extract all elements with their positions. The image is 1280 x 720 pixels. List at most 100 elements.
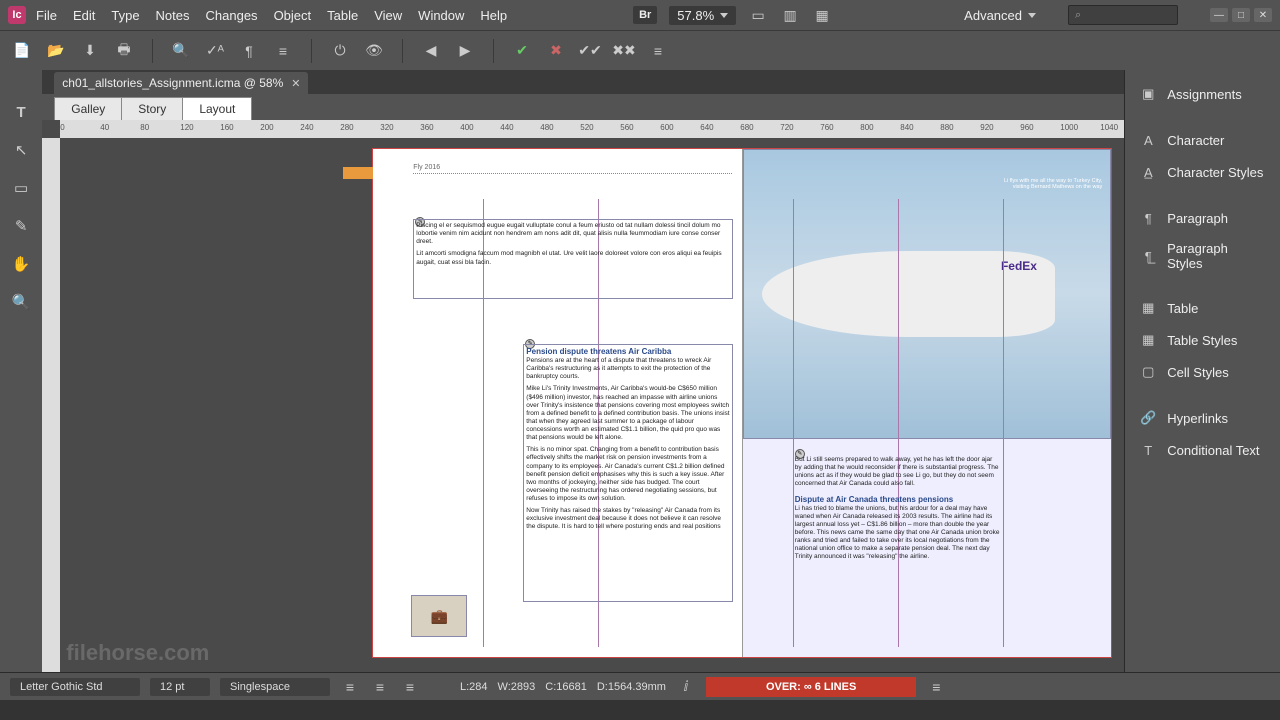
paragraph-icon: ¶ xyxy=(1139,209,1157,227)
panel-para-styles[interactable]: ¶̲Paragraph Styles xyxy=(1125,234,1280,278)
panel-character[interactable]: ACharacter xyxy=(1125,124,1280,156)
menu-table[interactable]: Table xyxy=(327,8,358,23)
accept-all-icon[interactable]: ✔✔ xyxy=(580,41,600,61)
preview-icon[interactable]: 👁 xyxy=(364,41,384,61)
toolbar: 📄 📂 ⬇ 🖶 🔍 ✓ᴬ ¶ ≡ ⏻ 👁 ◀ ▶ ✔ ✖ ✔✔ ✖✖ ≡ xyxy=(0,30,1280,70)
tab-story[interactable]: Story xyxy=(121,97,183,120)
main-menu: File Edit Type Notes Changes Object Tabl… xyxy=(36,8,507,23)
hero-image-frame[interactable]: FedEx Li flys with me all the way to Tur… xyxy=(743,149,1112,439)
note-tool-icon[interactable]: ▭ xyxy=(9,176,33,200)
zoom-tool-icon[interactable]: 🔍 xyxy=(9,290,33,314)
hand-tool-icon[interactable]: ✋ xyxy=(9,252,33,276)
eyedropper-tool-icon[interactable]: ✎ xyxy=(9,214,33,238)
intro-p1: Piscing el er sequismod eugue eugait vul… xyxy=(416,222,730,246)
panel-char-styles[interactable]: A̲Character Styles xyxy=(1125,156,1280,188)
menu-file[interactable]: File xyxy=(36,8,57,23)
open-icon[interactable]: 📂 xyxy=(46,41,66,61)
fedex-logo: FedEx xyxy=(1001,259,1037,273)
screen-mode-icon[interactable]: ▭ xyxy=(748,5,768,25)
close-tab-icon[interactable]: ✕ xyxy=(291,77,300,90)
menu-icon[interactable]: ≡ xyxy=(273,41,293,61)
power-icon[interactable]: ⏻ xyxy=(330,41,350,61)
zoom-dropdown[interactable]: 57.8% xyxy=(669,6,736,25)
status-bar: Letter Gothic Std 12 pt Singlespace ≡ ≡ … xyxy=(0,672,1280,700)
tab-layout[interactable]: Layout xyxy=(182,97,252,120)
reject-all-icon[interactable]: ✖✖ xyxy=(614,41,634,61)
panel-conditional[interactable]: TConditional Text xyxy=(1125,434,1280,466)
status-menu-icon[interactable]: ≡ xyxy=(926,677,946,697)
align-right-icon[interactable]: ≡ xyxy=(400,677,420,697)
assignments-icon: ▣ xyxy=(1139,85,1157,103)
page-spread: Fly 2016 ✎ Piscing el er sequismod eugue… xyxy=(372,148,1112,658)
menu-help[interactable]: Help xyxy=(480,8,507,23)
next-change-icon[interactable]: ▶ xyxy=(455,41,475,61)
close-button[interactable]: ✕ xyxy=(1254,8,1272,22)
size-field[interactable]: 12 pt xyxy=(150,678,210,696)
font-field[interactable]: Letter Gothic Std xyxy=(10,678,140,696)
panel-assignments[interactable]: ▣Assignments xyxy=(1125,78,1280,110)
find-icon[interactable]: 🔍 xyxy=(171,41,191,61)
intro-text-frame[interactable]: Piscing el er sequismod eugue eugait vul… xyxy=(413,219,733,299)
align-center-icon[interactable]: ≡ xyxy=(370,677,390,697)
story-headline: Pension dispute threatens Air Caribba xyxy=(526,347,730,357)
type-tool-icon[interactable]: T xyxy=(9,100,33,124)
depth-stat: D:1564.39mm xyxy=(597,681,666,693)
position-tool-icon[interactable]: ↖ xyxy=(9,138,33,162)
menu-object[interactable]: Object xyxy=(274,8,312,23)
accept-icon[interactable]: ✔ xyxy=(512,41,532,61)
search-input[interactable]: ⌕ xyxy=(1068,5,1178,25)
menu-view[interactable]: View xyxy=(374,8,402,23)
arrange-icon[interactable]: ▥ xyxy=(780,5,800,25)
document-tab-title: ch01_allstories_Assignment.icma @ 58% xyxy=(62,76,283,90)
copyfit-icon[interactable]: ⅈ xyxy=(676,677,696,697)
workspace-switcher[interactable]: Advanced xyxy=(964,8,1036,23)
new-icon[interactable]: 📄 xyxy=(12,41,32,61)
toolbar-menu-icon[interactable]: ≡ xyxy=(648,41,668,61)
image-caption: Li flys with me all the way to Turkey Ci… xyxy=(1002,178,1102,190)
leading-field[interactable]: Singlespace xyxy=(220,678,330,696)
continued-story-frame[interactable]: But Li still seems prepared to walk away… xyxy=(793,454,1003,604)
save-icon[interactable]: ⬇ xyxy=(80,41,100,61)
tools-panel: T ↖ ▭ ✎ ✋ 🔍 xyxy=(0,70,42,672)
bridge-button[interactable]: Br xyxy=(633,6,657,24)
align-left-icon[interactable]: ≡ xyxy=(340,677,360,697)
tab-galley[interactable]: Galley xyxy=(54,97,122,120)
minimize-button[interactable]: — xyxy=(1210,8,1228,22)
hidden-chars-icon[interactable]: ¶ xyxy=(239,41,259,61)
panel-paragraph[interactable]: ¶Paragraph xyxy=(1125,202,1280,234)
reject-icon[interactable]: ✖ xyxy=(546,41,566,61)
character-icon: A xyxy=(1139,131,1157,149)
search-icon: ⌕ xyxy=(1075,9,1081,22)
vertical-ruler xyxy=(42,138,60,672)
story-p3: This is no minor spat. Changing from a b… xyxy=(526,446,730,503)
menu-edit[interactable]: Edit xyxy=(73,8,95,23)
hyperlinks-icon: 🔗 xyxy=(1139,409,1157,427)
spellcheck-icon[interactable]: ✓ᴬ xyxy=(205,41,225,61)
menu-notes[interactable]: Notes xyxy=(156,8,190,23)
panel-hyperlinks[interactable]: 🔗Hyperlinks xyxy=(1125,402,1280,434)
main-story-frame[interactable]: Pension dispute threatens Air Caribba Pe… xyxy=(523,344,733,602)
panel-table-styles[interactable]: ▦Table Styles xyxy=(1125,324,1280,356)
document-tab[interactable]: ch01_allstories_Assignment.icma @ 58% ✕ xyxy=(54,72,308,94)
zoom-value: 57.8% xyxy=(677,8,714,23)
cont-p1: But Li still seems prepared to walk away… xyxy=(795,456,1001,489)
menu-type[interactable]: Type xyxy=(111,8,139,23)
story-p2: Mike Li's Trinity Investments, Air Carib… xyxy=(526,385,730,442)
layout-canvas[interactable]: Fly 2016 ✎ Piscing el er sequismod eugue… xyxy=(60,138,1124,672)
conditional-icon: T xyxy=(1139,441,1157,459)
story-p4: Now Trinity has raised the stakes by "re… xyxy=(526,507,730,531)
menu-changes[interactable]: Changes xyxy=(206,8,258,23)
image-placeholder[interactable]: 💼 xyxy=(411,595,467,637)
panel-cell-styles[interactable]: ▢Cell Styles xyxy=(1125,356,1280,388)
print-icon[interactable]: 🖶 xyxy=(114,41,134,61)
prev-change-icon[interactable]: ◀ xyxy=(421,41,441,61)
menu-window[interactable]: Window xyxy=(418,8,464,23)
panels-icon[interactable]: ▦ xyxy=(812,5,832,25)
cont-p2: Li has tried to blame the unions, but hi… xyxy=(795,505,1001,562)
chevron-down-icon xyxy=(720,13,728,18)
panel-table[interactable]: ▦Table xyxy=(1125,292,1280,324)
cont-headline: Dispute at Air Canada threatens pensions xyxy=(795,495,1001,505)
workspace-label: Advanced xyxy=(964,8,1022,23)
page-left: Fly 2016 ✎ Piscing el er sequismod eugue… xyxy=(373,149,743,657)
maximize-button[interactable]: □ xyxy=(1232,8,1250,22)
